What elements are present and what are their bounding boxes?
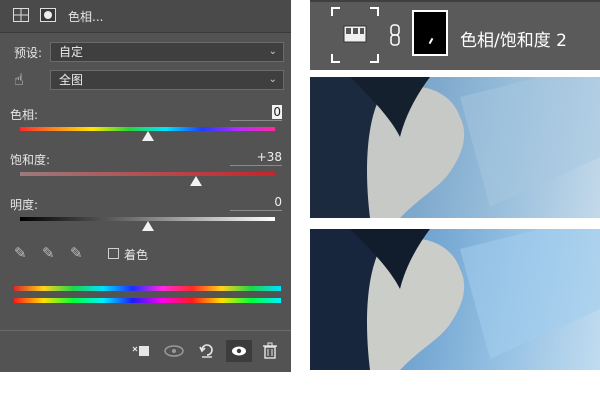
preset-select[interactable]: 自定 ⌄	[50, 42, 284, 62]
visibility-eye-icon[interactable]	[226, 340, 252, 362]
colorize-label: 着色	[124, 248, 149, 262]
channel-select-value: 全图	[59, 73, 84, 87]
clip-to-layer-icon[interactable]	[128, 340, 154, 362]
hue-slider-thumb[interactable]	[141, 131, 154, 141]
saturation-slider-thumb[interactable]	[189, 176, 202, 186]
adjustment-layer-thumbnail-icon	[331, 7, 379, 63]
chevron-down-icon: ⌄	[268, 46, 277, 57]
layer-mask-thumbnail[interactable]	[412, 10, 448, 56]
after-photo	[310, 229, 600, 370]
targeted-adjust-hand-icon[interactable]: ☝	[14, 70, 24, 89]
panel-header: 色相...	[0, 0, 291, 33]
trash-icon[interactable]	[258, 340, 282, 362]
chevron-down-icon: ⌄	[268, 74, 277, 85]
hue-value: 0	[272, 105, 282, 119]
saturation-value: +38	[256, 150, 282, 164]
lightness-slider-thumb[interactable]	[141, 221, 154, 231]
panel-footer	[0, 330, 291, 372]
lightness-value-field[interactable]: 0	[230, 194, 282, 211]
preset-label: 预设:	[14, 46, 43, 60]
properties-panel: 色相... 预设: 自定 ⌄ ☝ 全图 ⌄ 色相: 0 饱和度: +38 明度:…	[0, 0, 291, 372]
panel-title: 色相...	[68, 10, 104, 24]
colorize-checkbox[interactable]	[108, 248, 119, 259]
saturation-label: 饱和度:	[10, 153, 51, 167]
adjustment-grid-icon[interactable]	[13, 8, 29, 22]
link-chain-icon[interactable]	[389, 24, 401, 46]
output-spectrum-bar	[14, 298, 281, 303]
eyedropper-subtract-icon[interactable]: ✎	[70, 244, 83, 262]
lightness-label: 明度:	[10, 198, 39, 212]
saturation-value-field[interactable]: +38	[230, 149, 282, 166]
layer-row[interactable]: 色相/饱和度 2	[310, 0, 600, 70]
eyedropper-icon[interactable]: ✎	[14, 244, 27, 262]
layer-name: 色相/饱和度 2	[460, 31, 567, 51]
reset-icon[interactable]	[194, 340, 220, 362]
lightness-value: 0	[274, 195, 282, 209]
hue-value-field[interactable]: 0	[230, 104, 282, 121]
input-spectrum-bar	[14, 286, 281, 291]
before-photo	[310, 77, 600, 218]
channel-select[interactable]: 全图 ⌄	[50, 70, 284, 90]
view-previous-icon[interactable]	[160, 340, 188, 362]
hue-label: 色相:	[10, 108, 39, 122]
eyedropper-add-icon[interactable]: ✎	[42, 244, 55, 262]
preset-select-value: 自定	[59, 45, 84, 59]
layer-mask-icon[interactable]	[40, 8, 56, 22]
saturation-slider-track[interactable]	[20, 172, 275, 176]
